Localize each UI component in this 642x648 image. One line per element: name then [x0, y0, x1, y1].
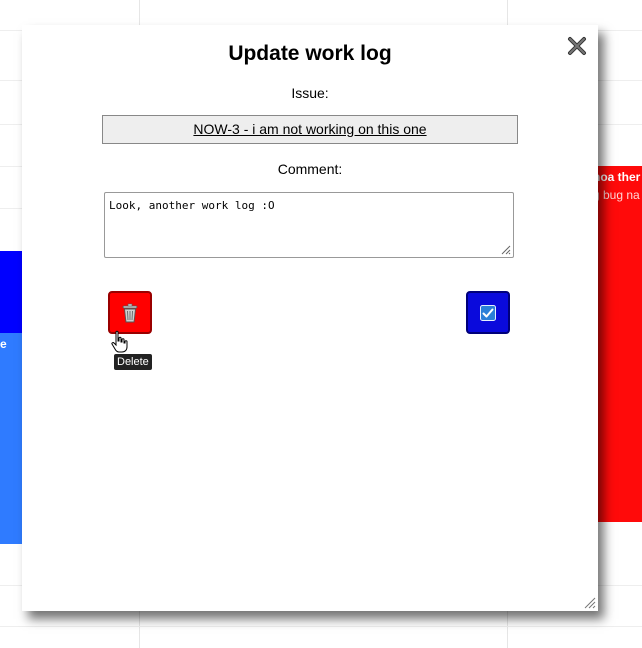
- modal-resize-grip-icon[interactable]: [582, 595, 596, 609]
- delete-tooltip: Delete: [114, 354, 152, 370]
- comment-textarea[interactable]: Look, another work log :O: [104, 192, 514, 258]
- calendar-event-red[interactable]: noa ther g bug na: [597, 166, 642, 522]
- issue-link[interactable]: NOW-3 - i am not working on this one: [193, 121, 426, 137]
- delete-button[interactable]: [108, 291, 152, 334]
- calendar-event-blue[interactable]: [0, 251, 22, 333]
- calendar-event-light-blue[interactable]: e: [0, 333, 22, 544]
- event-title: noa ther: [597, 170, 641, 184]
- update-work-log-modal: Update work log Issue: NOW-3 - i am not …: [22, 25, 598, 611]
- hand-cursor-icon: [111, 330, 128, 353]
- modal-title: Update work log: [228, 42, 392, 65]
- trash-icon: [122, 303, 138, 322]
- resize-grip-icon[interactable]: [499, 243, 511, 255]
- save-button[interactable]: [466, 291, 510, 334]
- checkbox-check-icon: [480, 304, 496, 321]
- grid-line: [0, 626, 642, 627]
- comment-text: Look, another work log :O: [109, 199, 275, 212]
- event-title: e: [0, 337, 7, 351]
- event-subtitle: g bug na: [597, 188, 640, 202]
- issue-field: NOW-3 - i am not working on this one: [102, 115, 518, 144]
- issue-label: Issue:: [291, 85, 329, 101]
- comment-label: Comment:: [277, 161, 343, 177]
